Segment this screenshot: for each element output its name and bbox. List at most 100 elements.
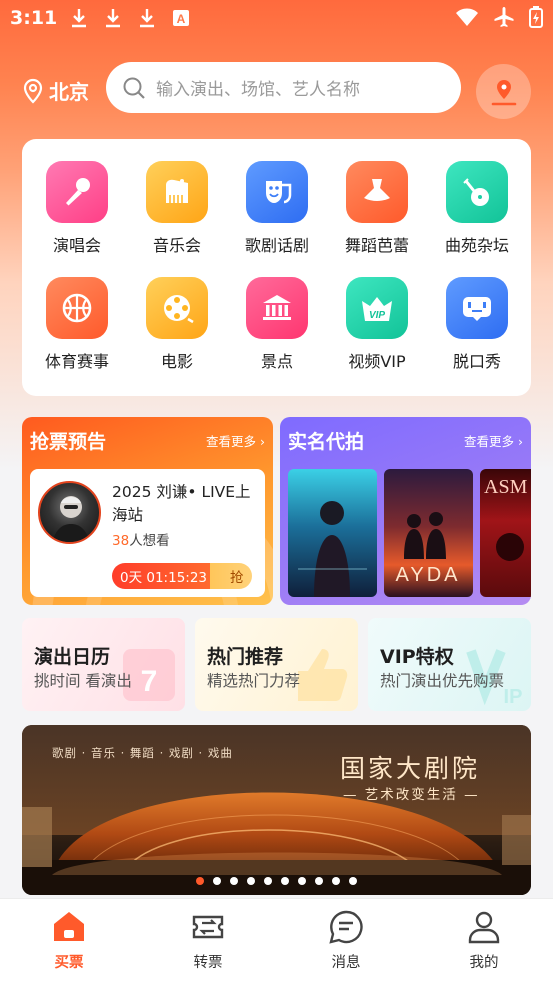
status-bar: 3:11 A	[0, 0, 553, 38]
vip-crown-icon: VIP	[346, 277, 408, 339]
category-label: 体育赛事	[44, 352, 109, 371]
carousel-dot[interactable]	[349, 877, 357, 885]
carousel-dot[interactable]	[315, 877, 323, 885]
category-label: 舞蹈芭蕾	[344, 236, 409, 255]
promo-subtitle: 挑时间 看演出	[34, 672, 132, 690]
category-label: 景点	[260, 352, 293, 371]
banner-title: 国家大剧院	[340, 754, 481, 783]
show-calendar-card[interactable]: 7 演出日历 挑时间 看演出	[22, 618, 185, 711]
talkshow-icon	[446, 277, 508, 339]
tab-label: 买票	[54, 955, 84, 971]
promo-title: VIP特权	[380, 646, 454, 668]
promo-subtitle: 精选热门力荐	[207, 672, 301, 690]
carousel-dot[interactable]	[247, 877, 255, 885]
app-notification-icon: A	[173, 10, 189, 26]
category-folk-arts[interactable]: 曲苑杂坛	[427, 161, 527, 256]
map-location-button[interactable]	[476, 64, 531, 119]
poster-text: AYDA	[396, 564, 461, 586]
carousel-indicators	[22, 877, 531, 885]
house-ticket-icon	[54, 912, 84, 941]
wifi-icon	[456, 8, 478, 26]
category-concert[interactable]: 演唱会	[27, 161, 127, 256]
upcoming-show-card[interactable]: 2025 刘谦• LIVE上海站 38人想看 0天 01:15:23 抢	[30, 469, 265, 597]
svg-text:VIP: VIP	[369, 310, 385, 321]
promo-banner-carousel[interactable]: 歌剧 · 音乐 · 舞蹈 · 戏剧 · 戏曲 国家大剧院 — 艺术改变生活 —	[22, 725, 531, 895]
realname-more-link[interactable]: 查看更多 ›	[464, 431, 523, 450]
category-label: 脱口秀	[452, 352, 501, 371]
want-count-number: 38	[112, 533, 130, 549]
carousel-dot[interactable]	[230, 877, 238, 885]
carousel-dot[interactable]	[213, 877, 221, 885]
user-profile-icon	[468, 911, 500, 944]
carousel-dot[interactable]	[298, 877, 306, 885]
basketball-icon	[46, 277, 108, 339]
event-poster[interactable]: AYDA	[384, 469, 473, 597]
ticket-preview-panel: 抢票预告 查看更多 › 2025 刘谦• LIVE上海站 38人想看 0天 01…	[22, 417, 273, 605]
pipa-instrument-icon	[446, 161, 508, 223]
tab-profile[interactable]: 我的	[444, 909, 524, 972]
location-pin-icon	[23, 78, 43, 104]
carousel-dot[interactable]	[264, 877, 272, 885]
want-to-see-count: 38人想看	[112, 529, 170, 549]
theater-masks-icon	[246, 161, 308, 223]
microphone-icon	[46, 161, 108, 223]
svg-text:A: A	[177, 12, 186, 26]
category-music[interactable]: 音乐会	[127, 161, 227, 256]
more-label: 查看更多	[464, 434, 515, 449]
category-talk-show[interactable]: 脱口秀	[427, 277, 527, 372]
vip-privilege-card[interactable]: IP VIP特权 热门演出优先购票	[368, 618, 531, 711]
carousel-dot[interactable]	[332, 877, 340, 885]
category-label: 演唱会	[52, 236, 101, 255]
promo-title: 热门推荐	[207, 646, 284, 668]
search-input[interactable]: 输入演出、场馆、艺人名称	[106, 62, 461, 113]
countdown-timer: 0天 01:15:23	[120, 570, 208, 586]
banner-tags: 歌剧 · 音乐 · 舞蹈 · 戏剧 · 戏曲	[52, 746, 233, 760]
category-grid: 演唱会 音乐会 歌剧话剧 舞蹈芭蕾 曲苑杂坛 体育赛事 电影 景点 VIP 视频…	[22, 139, 531, 396]
category-label: 歌剧话剧	[244, 236, 309, 255]
event-poster[interactable]: ASM	[480, 469, 531, 597]
category-sports[interactable]: 体育赛事	[27, 277, 127, 372]
tab-buy-tickets[interactable]: 买票	[29, 909, 109, 972]
category-video-vip[interactable]: VIP 视频VIP	[327, 277, 427, 372]
museum-icon	[246, 277, 308, 339]
countdown-grab-button[interactable]: 0天 01:15:23 抢	[112, 563, 252, 589]
tab-label: 转票	[193, 955, 223, 971]
poster-text: ASM	[484, 476, 528, 498]
ticket-transfer-icon	[192, 915, 224, 939]
chevron-right-icon: ›	[518, 434, 523, 449]
category-label: 视频VIP	[348, 352, 406, 371]
category-movie[interactable]: 电影	[127, 277, 227, 372]
ticket-preview-title: 抢票预告	[30, 431, 107, 453]
realname-title: 实名代拍	[288, 431, 365, 453]
category-label: 电影	[160, 352, 193, 371]
category-label: 曲苑杂坛	[444, 236, 509, 255]
event-poster[interactable]	[288, 469, 377, 597]
category-opera-drama[interactable]: 歌剧话剧	[227, 161, 327, 256]
airplane-mode-icon	[494, 7, 514, 27]
tab-messages[interactable]: 消息	[306, 909, 386, 972]
category-label: 音乐会	[152, 236, 201, 255]
hot-recommend-card[interactable]: 热门推荐 精选热门力荐	[195, 618, 358, 711]
download-icon	[72, 9, 86, 28]
carousel-dot[interactable]	[196, 877, 204, 885]
ticket-preview-more-link[interactable]: 查看更多 ›	[206, 431, 265, 450]
grab-label: 抢	[230, 570, 244, 586]
film-reel-icon	[146, 277, 208, 339]
category-dance-ballet[interactable]: 舞蹈芭蕾	[327, 161, 427, 256]
tab-transfer-tickets[interactable]: 转票	[168, 909, 248, 972]
download-icon	[106, 9, 120, 28]
promo-title: 演出日历	[34, 646, 111, 668]
svg-text:7: 7	[141, 665, 158, 698]
category-attractions[interactable]: 景点	[227, 277, 327, 372]
svg-text:IP: IP	[504, 686, 523, 708]
chevron-right-icon: ›	[260, 434, 265, 449]
show-name: 2025 刘谦• LIVE上海站	[112, 483, 251, 524]
performer-avatar	[38, 481, 101, 544]
status-time: 3:11	[10, 7, 58, 29]
carousel-dot[interactable]	[281, 877, 289, 885]
tab-label: 消息	[331, 955, 361, 971]
piano-icon	[146, 161, 208, 223]
battery-charging-icon	[529, 6, 543, 28]
city-selector[interactable]: 北京	[22, 76, 89, 105]
tab-label: 我的	[469, 955, 499, 971]
